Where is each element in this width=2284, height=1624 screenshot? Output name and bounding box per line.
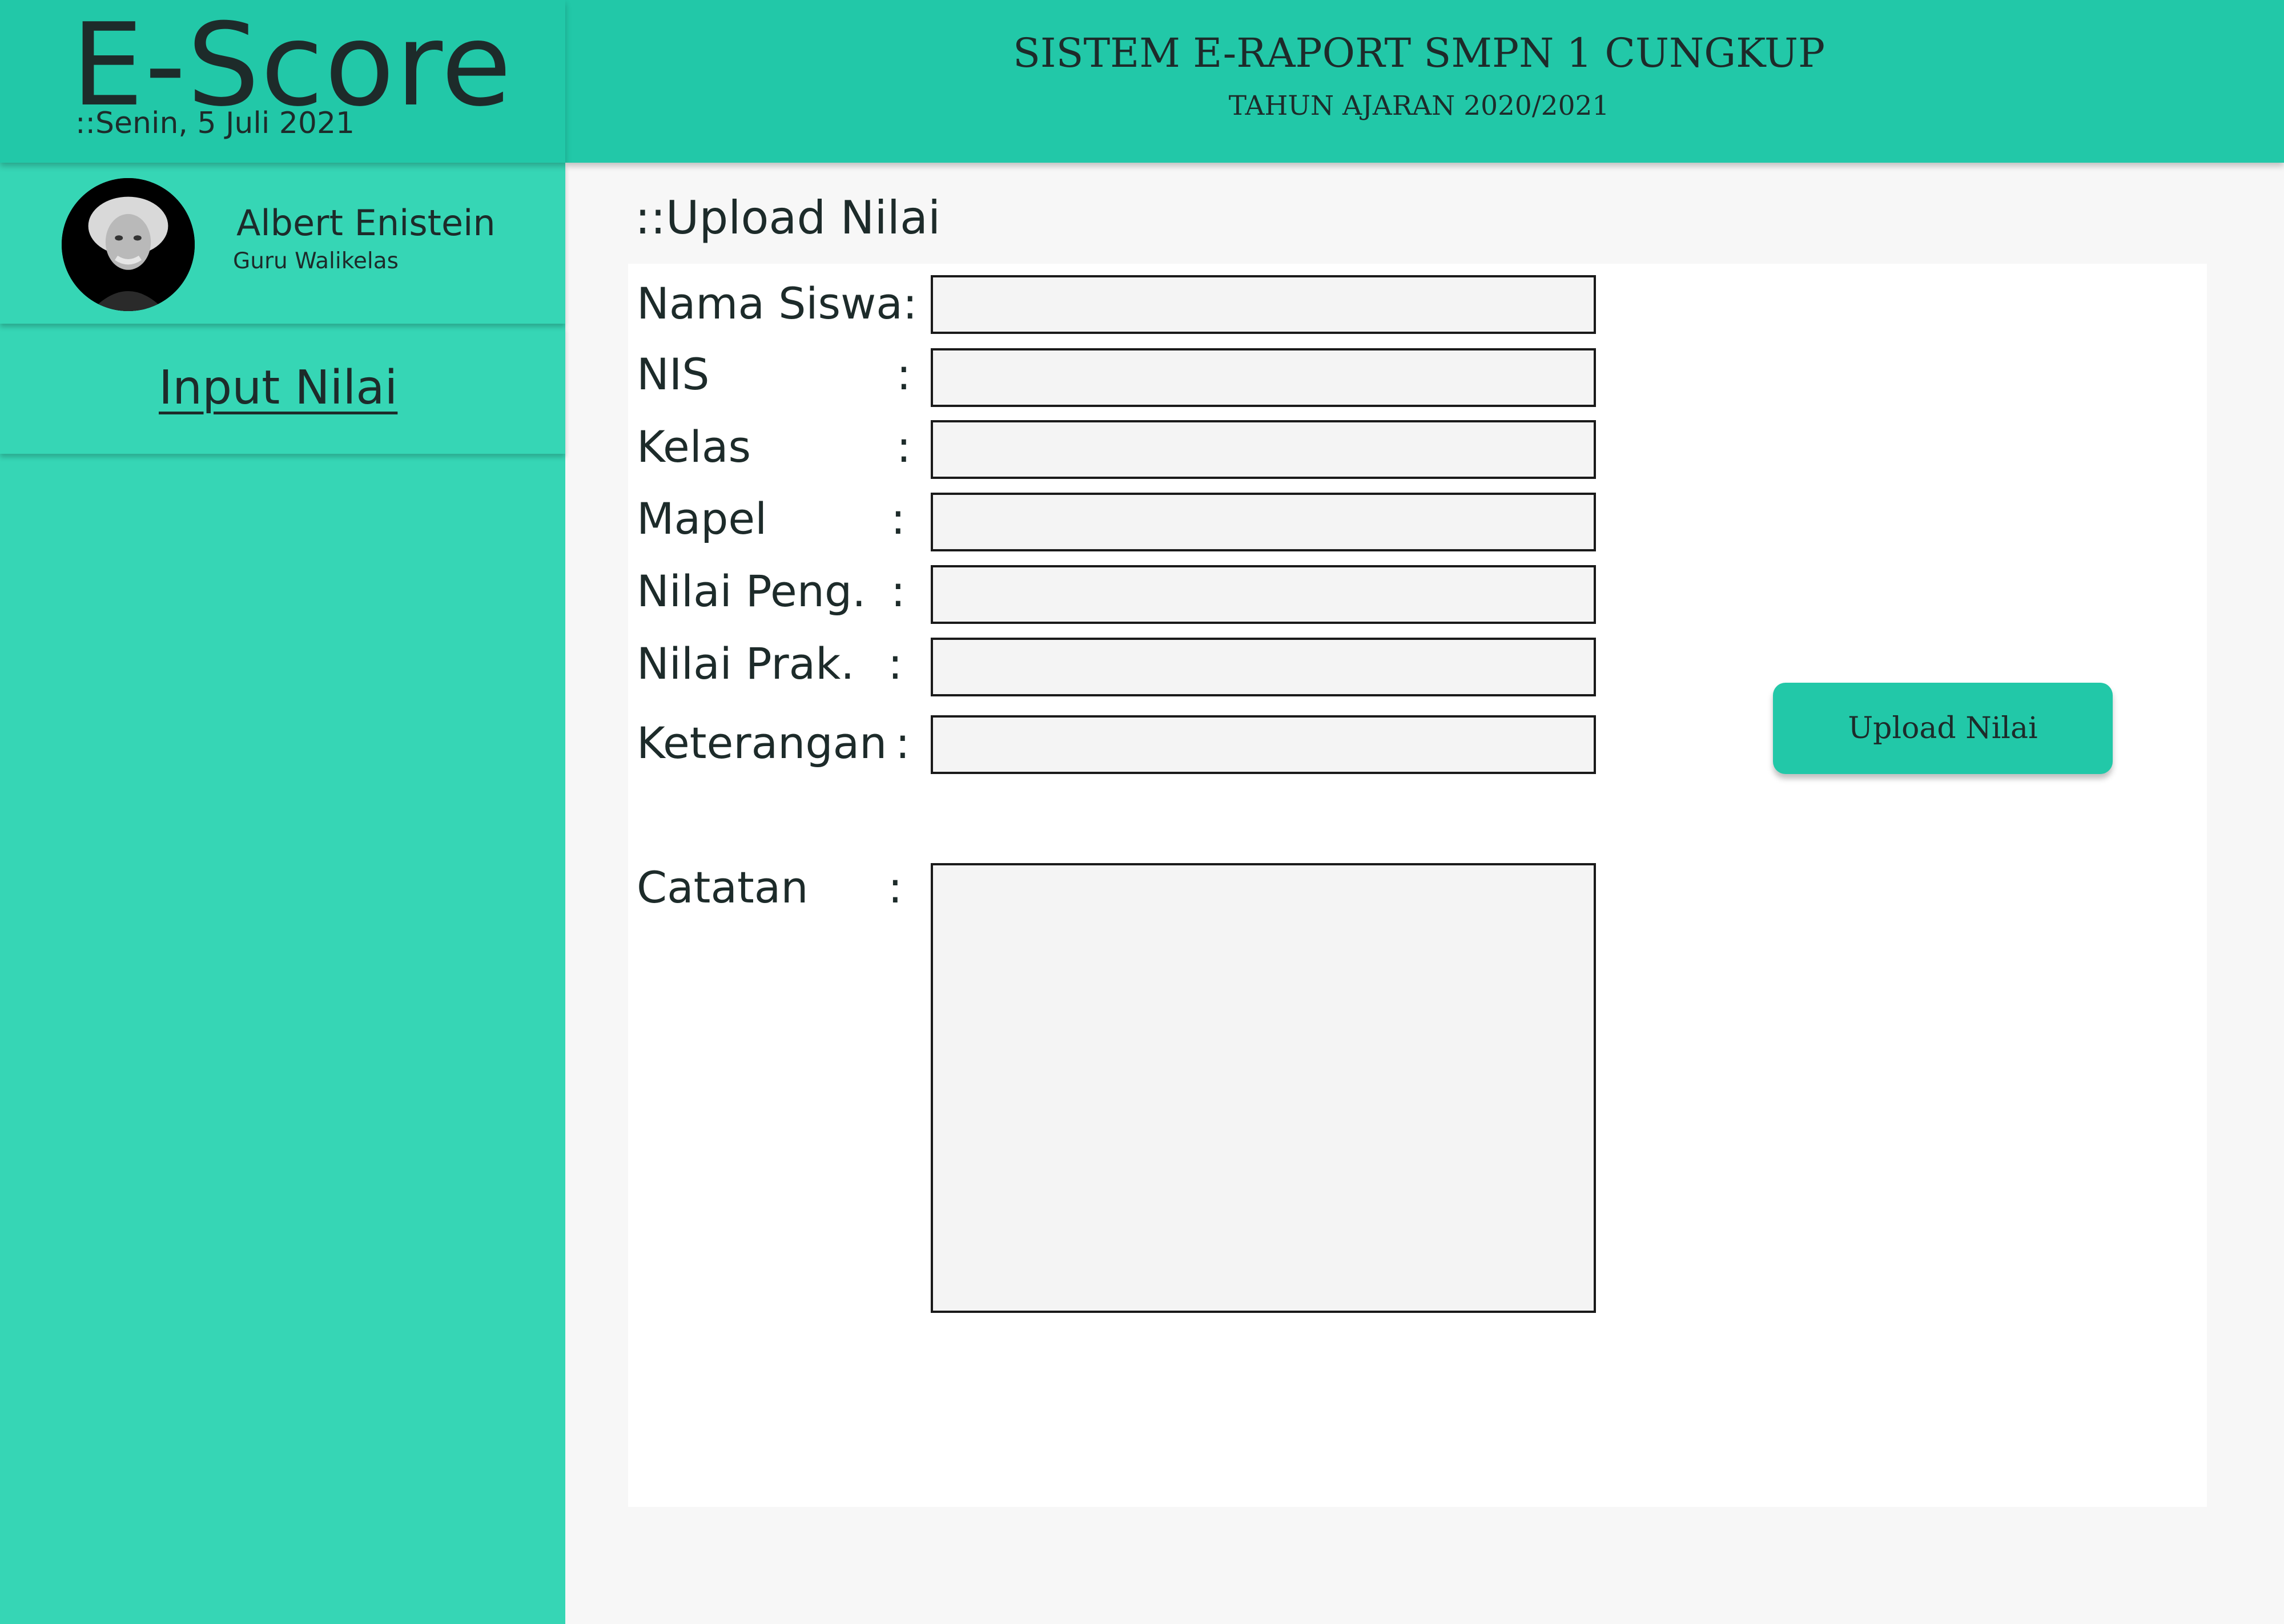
catatan-label: Catatan — [637, 862, 809, 913]
nilai-peng-colon: : — [891, 566, 906, 616]
avatar — [62, 178, 195, 311]
keterangan-input[interactable] — [931, 715, 1596, 774]
catatan-textarea[interactable] — [931, 863, 1596, 1313]
upload-nilai-button[interactable]: Upload Nilai — [1773, 683, 2113, 774]
user-role: Guru Walikelas — [233, 248, 399, 274]
page-header: SISTEM E-RAPORT SMPN 1 CUNGKUP TAHUN AJA… — [565, 0, 2284, 163]
keterangan-label: Keterangan — [637, 718, 887, 768]
kelas-input[interactable] — [931, 420, 1596, 479]
mapel-colon: : — [891, 493, 906, 544]
mapel-label: Mapel — [637, 493, 767, 544]
nama-siswa-label: Nama Siswa: — [637, 278, 918, 329]
keterangan-colon: : — [895, 718, 910, 768]
mapel-input[interactable] — [931, 493, 1596, 551]
nilai-peng-input[interactable] — [931, 565, 1596, 624]
sidebar-item-input-nilai[interactable]: Input Nilai — [159, 361, 397, 416]
academic-year: TAHUN AJARAN 2020/2021 — [1228, 90, 1610, 122]
page-title: ::Upload Nilai — [635, 191, 941, 244]
current-date: ::Senin, 5 Juli 2021 — [75, 106, 355, 140]
sidebar-nav: Input Nilai — [0, 325, 565, 454]
user-portrait-icon — [62, 178, 195, 311]
nis-label: NIS — [637, 349, 710, 400]
nama-siswa-input[interactable] — [931, 275, 1596, 334]
nilai-prak-label: Nilai Prak. — [637, 638, 855, 689]
user-profile: Albert Enistein Guru Walikelas — [0, 164, 565, 324]
nis-colon: : — [896, 349, 911, 400]
kelas-label: Kelas — [637, 421, 751, 472]
nis-input[interactable] — [931, 348, 1596, 407]
user-name: Albert Enistein — [236, 202, 496, 244]
brand-panel: E-Score ::Senin, 5 Juli 2021 — [0, 0, 565, 163]
kelas-colon: : — [896, 421, 911, 472]
catatan-colon: : — [888, 862, 903, 913]
nilai-prak-colon: : — [888, 638, 903, 689]
nilai-peng-label: Nilai Peng. — [637, 566, 866, 616]
system-title: SISTEM E-RAPORT SMPN 1 CUNGKUP — [1012, 30, 1825, 76]
nilai-prak-input[interactable] — [931, 638, 1596, 696]
